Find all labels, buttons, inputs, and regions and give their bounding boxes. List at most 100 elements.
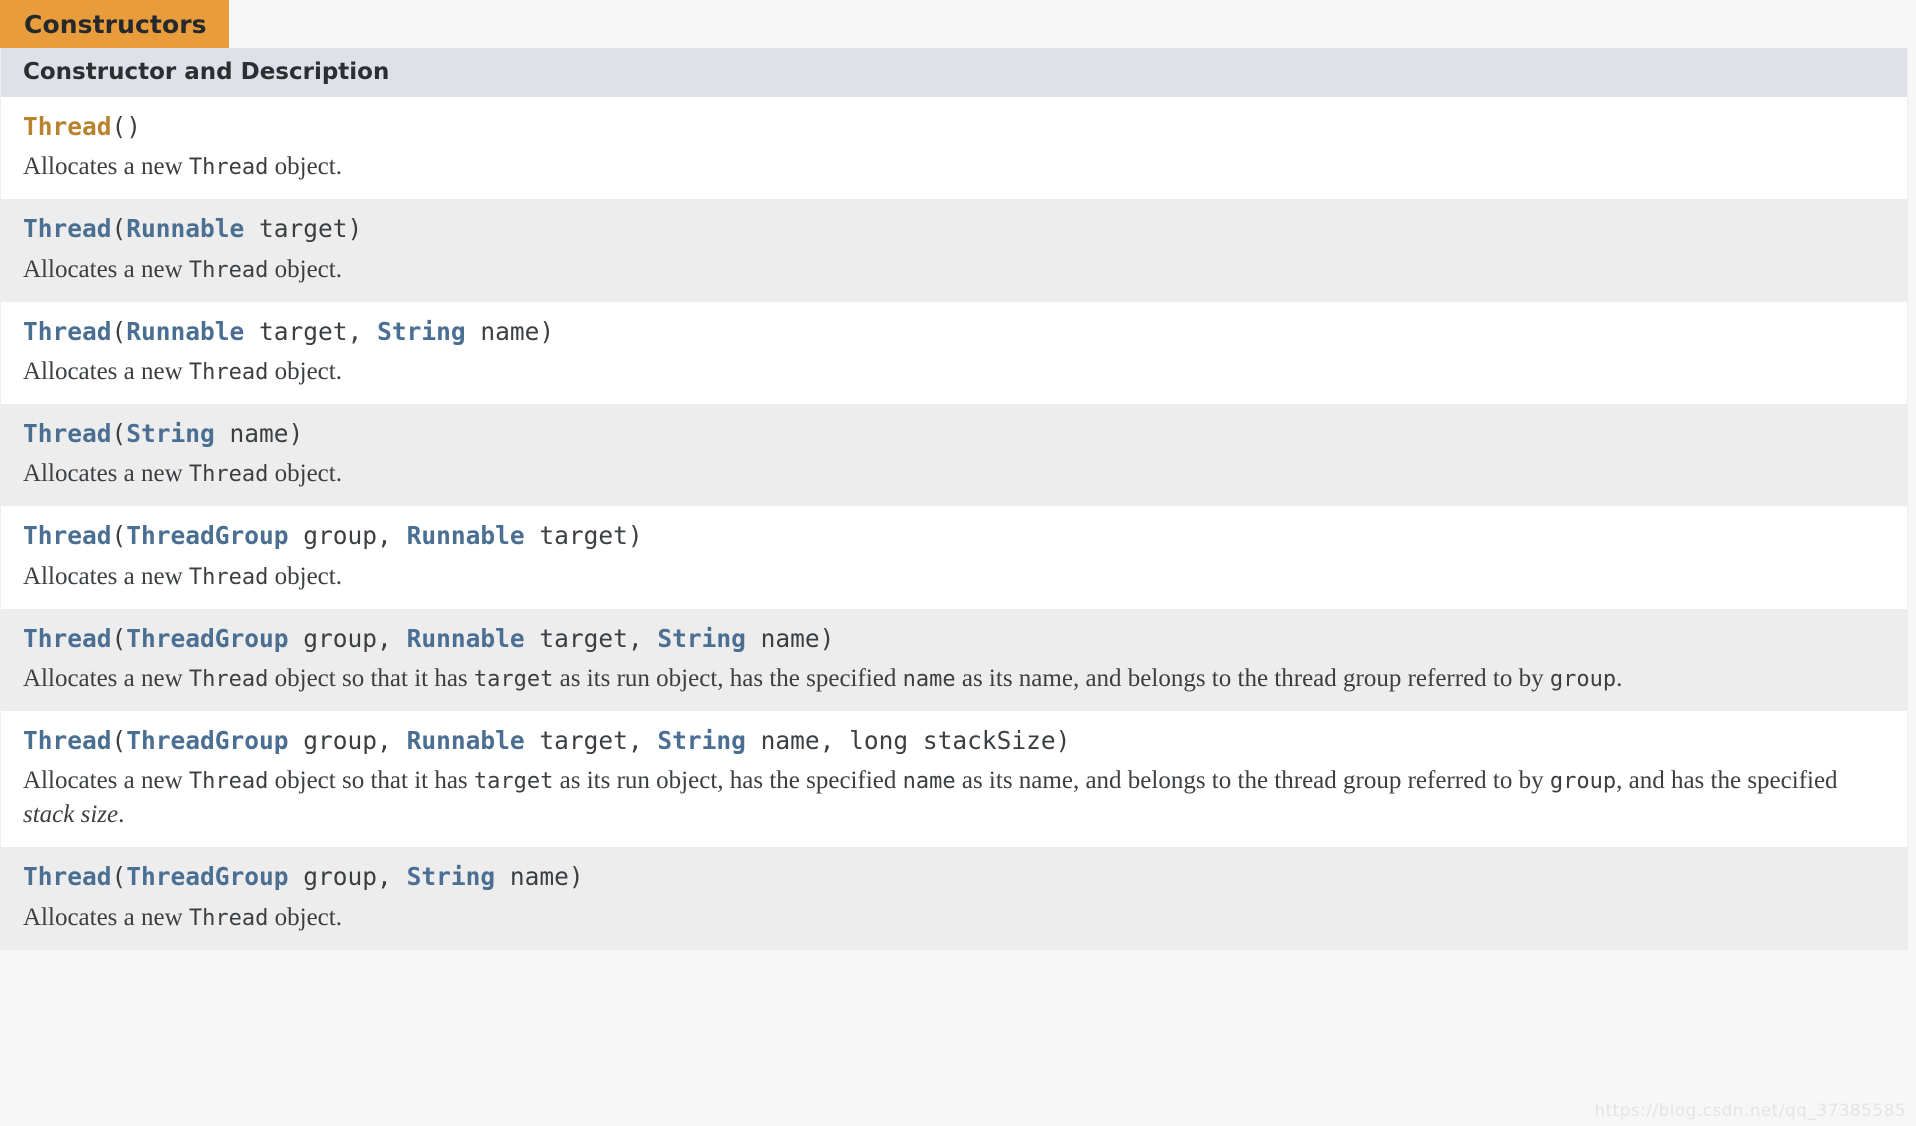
signature-text: name)	[495, 862, 584, 892]
description-text: Allocates a new	[23, 255, 189, 283]
param-type-link[interactable]: Runnable	[407, 521, 525, 550]
signature-text: name)	[465, 316, 555, 346]
table-row: Thread(Runnable target) Allocates a new T…	[1, 199, 1907, 302]
signature-text: group,	[288, 623, 407, 653]
table-row: Thread() Allocates a new Thread object.	[1, 97, 1907, 200]
constructor-description: Allocates a new Thread object so that it…	[23, 764, 1887, 832]
inline-code: name	[902, 666, 956, 692]
constructor-signature[interactable]: Thread(ThreadGroup group, Runnable targe…	[23, 725, 1887, 757]
param-type-link[interactable]: String	[657, 624, 746, 653]
inline-code: Thread	[188, 462, 269, 488]
tab-constructors[interactable]: Constructors	[0, 0, 229, 48]
signature-text: target,	[244, 316, 378, 346]
constructor-description: Allocates a new Thread object.	[23, 560, 1887, 594]
constructor-description: Allocates a new Thread object.	[23, 355, 1887, 389]
table-row: Thread(ThreadGroup group, Runnable targe…	[1, 710, 1907, 848]
constructor-signature[interactable]: Thread()	[23, 111, 1887, 143]
constructor-name-link[interactable]: Thread	[23, 317, 112, 346]
param-type-link[interactable]: ThreadGroup	[126, 726, 288, 755]
table-row: Thread(ThreadGroup group, Runnable targe…	[1, 608, 1907, 711]
description-text: Allocates a new	[23, 562, 189, 590]
constructor-description: Allocates a new Thread object.	[23, 253, 1887, 287]
inline-code: group	[1549, 666, 1617, 692]
signature-text: target)	[524, 521, 643, 551]
constructor-signature[interactable]: Thread(ThreadGroup group, String name)	[23, 861, 1887, 893]
description-text: , and has the specified	[1616, 767, 1838, 795]
inline-code: target	[473, 769, 554, 795]
constructor-name-link[interactable]: Thread	[23, 214, 112, 243]
watermark: https://blog.csdn.net/qq_37385585	[1594, 1101, 1906, 1121]
description-text: Allocates a new	[23, 460, 189, 488]
param-type-link[interactable]: Runnable	[407, 624, 525, 653]
param-type-link[interactable]: ThreadGroup	[126, 521, 288, 550]
constructor-description: Allocates a new Thread object.	[23, 901, 1887, 935]
param-type-link[interactable]: Runnable	[126, 214, 244, 243]
description-text: object.	[268, 460, 342, 488]
signature-text: name)	[745, 623, 835, 653]
param-type-link[interactable]: ThreadGroup	[126, 862, 288, 891]
constructor-name-link[interactable]: Thread	[23, 521, 112, 550]
constructor-signature[interactable]: Thread(ThreadGroup group, Runnable targe…	[23, 520, 1887, 552]
param-type-link[interactable]: Runnable	[407, 726, 525, 755]
description-text: object.	[268, 357, 342, 385]
tab-strip: Constructors	[0, 0, 1916, 48]
table-row: Thread(ThreadGroup group, String name) Al…	[1, 847, 1907, 950]
inline-code: Thread	[188, 257, 269, 283]
param-type-link[interactable]: String	[657, 726, 746, 755]
constructor-signature[interactable]: Thread(ThreadGroup group, Runnable targe…	[23, 623, 1887, 655]
signature-text: (	[111, 623, 127, 653]
signature-text: (	[111, 521, 127, 551]
description-text: object so that it has	[268, 664, 474, 692]
signature-text: group,	[288, 521, 407, 551]
constructor-name-link[interactable]: Thread	[23, 862, 112, 891]
inline-code: Thread	[188, 155, 269, 181]
constructor-signature[interactable]: Thread(String name)	[23, 418, 1887, 450]
description-text: .	[1616, 664, 1623, 692]
description-text: Allocates a new	[23, 357, 189, 385]
description-text: Allocates a new	[23, 767, 189, 795]
constructor-description: Allocates a new Thread object.	[23, 150, 1887, 184]
constructor-name-link[interactable]: Thread	[23, 419, 112, 448]
constructor-name-link[interactable]: Thread	[23, 726, 112, 755]
param-type-link[interactable]: ThreadGroup	[126, 624, 288, 653]
inline-code: Thread	[188, 666, 269, 692]
description-text: Allocates a new	[23, 664, 189, 692]
constructor-name-link[interactable]: Thread	[23, 624, 112, 653]
inline-code: Thread	[188, 905, 269, 931]
constructor-name-link[interactable]: Thread	[23, 112, 112, 141]
constructor-description: Allocates a new Thread object so that it…	[23, 662, 1887, 696]
signature-text: name)	[214, 418, 304, 448]
param-type-link[interactable]: String	[377, 317, 466, 346]
signature-text: (	[111, 316, 127, 346]
table-row: Thread(String name) Allocates a new Threa…	[1, 403, 1907, 507]
inline-code: group	[1549, 769, 1617, 795]
constructor-signature[interactable]: Thread(Runnable target)	[23, 213, 1887, 245]
param-type-link[interactable]: String	[407, 862, 496, 891]
constructors-table: Constructor and Description Thread() Allo…	[0, 48, 1908, 950]
signature-text: name, long stackSize)	[745, 725, 1071, 755]
description-text: object.	[268, 255, 342, 283]
description-text: as its name, and belongs to the thread g…	[955, 664, 1550, 692]
constructor-description: Allocates a new Thread object.	[23, 457, 1887, 491]
param-type-link[interactable]: String	[126, 419, 215, 448]
constructor-signature[interactable]: Thread(Runnable target, String name)	[23, 316, 1887, 348]
description-text: .	[118, 801, 125, 829]
table-row: Thread(Runnable target, String name) Allo…	[1, 301, 1907, 404]
description-text: object.	[268, 562, 342, 590]
description-text: object so that it has	[268, 767, 474, 795]
inline-code: target	[473, 666, 554, 692]
description-text: as its name, and belongs to the thread g…	[955, 767, 1550, 795]
signature-text: (	[111, 214, 127, 244]
description-text: as its run object, has the specified	[553, 664, 903, 692]
signature-text: target)	[244, 214, 363, 244]
description-text: Allocates a new	[23, 153, 189, 181]
inline-code: Thread	[188, 564, 269, 590]
description-text: object.	[268, 153, 342, 181]
signature-text: group,	[288, 862, 407, 892]
column-header-constructor-and-description: Constructor and Description	[1, 48, 1907, 97]
signature-text: (	[111, 418, 127, 448]
signature-text: target,	[524, 623, 658, 653]
param-type-link[interactable]: Runnable	[126, 317, 244, 346]
table-row: Thread(ThreadGroup group, Runnable targe…	[1, 506, 1907, 609]
inline-code: Thread	[188, 769, 269, 795]
